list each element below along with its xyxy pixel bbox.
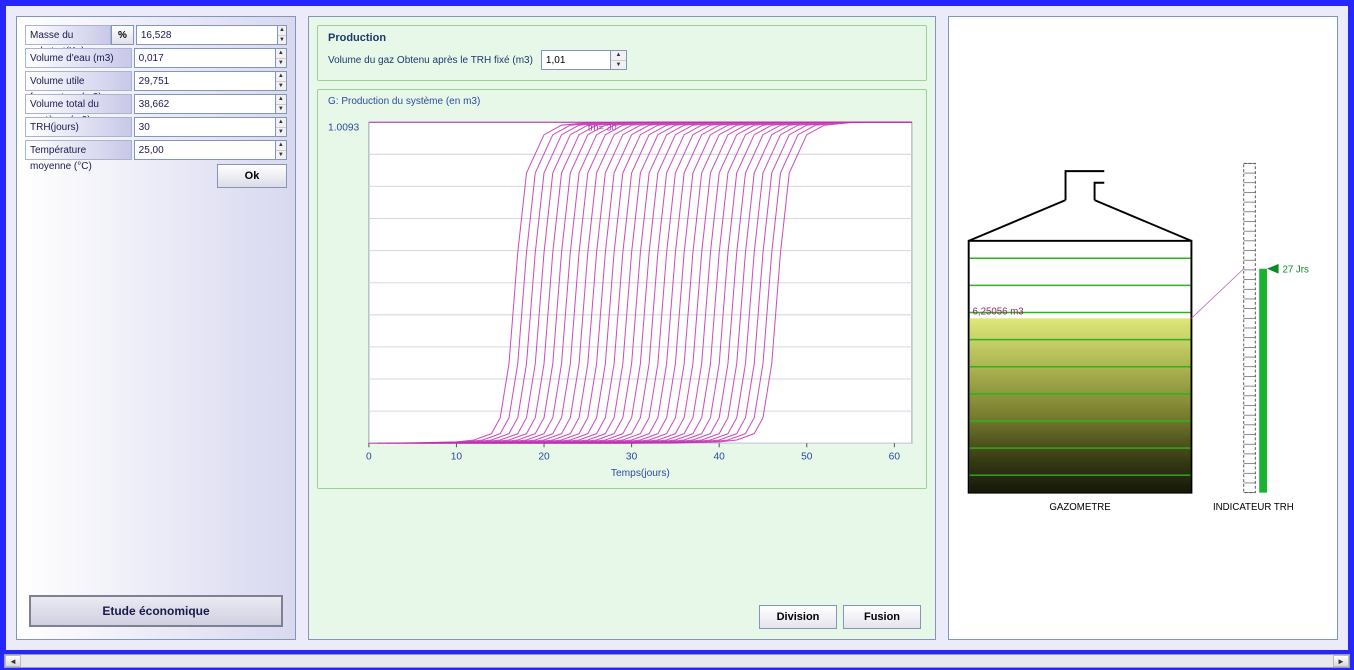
param-spinner[interactable]: ▲▼ xyxy=(276,94,287,114)
param-spinner[interactable]: ▲▼ xyxy=(276,117,287,137)
param-spinner[interactable]: ▲▼ xyxy=(276,71,287,91)
svg-text:1.0093: 1.0093 xyxy=(328,122,360,133)
svg-text:6,25056 m3: 6,25056 m3 xyxy=(973,306,1024,317)
svg-text:40: 40 xyxy=(714,452,726,463)
param-row-5: Température moyenne (°C) ▲▼ xyxy=(25,140,287,160)
fusion-button[interactable]: Fusion xyxy=(843,605,921,629)
production-group-title: Production xyxy=(328,32,916,44)
gazometre-panel: 6,25056 m3 GAZOMETRE 27 Jrs INDICATEUR TRH xyxy=(948,16,1338,640)
input-parameters-panel: Masse du substrat(Kg):%▲▼Volume d'eau (m… xyxy=(16,16,296,640)
svg-text:20: 20 xyxy=(538,452,550,463)
svg-text:50: 50 xyxy=(801,452,813,463)
param-input[interactable] xyxy=(134,140,276,160)
production-panel: Production Volume du gaz Obtenu après le… xyxy=(308,16,936,640)
param-input[interactable] xyxy=(134,94,276,114)
param-row-3: Volume total du système (m3) ▲▼ xyxy=(25,94,287,114)
svg-text:27 Jrs: 27 Jrs xyxy=(1282,265,1309,276)
svg-text:0: 0 xyxy=(366,452,372,463)
volume-gaz-input[interactable] xyxy=(541,50,611,70)
scroll-left-arrow[interactable]: ◄ xyxy=(5,655,21,667)
horizontal-scrollbar[interactable]: ◄ ► xyxy=(4,654,1350,668)
param-label: Volume utile fermenteur (m3) xyxy=(25,71,132,91)
production-group: Production Volume du gaz Obtenu après le… xyxy=(317,25,927,81)
param-label: Température moyenne (°C) xyxy=(25,140,132,160)
param-input[interactable] xyxy=(136,25,278,45)
svg-text:10: 10 xyxy=(451,452,463,463)
division-button[interactable]: Division xyxy=(759,605,837,629)
etude-economique-button[interactable]: Etude économique xyxy=(29,595,283,627)
param-spinner[interactable]: ▲▼ xyxy=(278,25,287,45)
svg-text:GAZOMETRE: GAZOMETRE xyxy=(1049,502,1111,513)
param-label: Volume total du système (m3) xyxy=(25,94,132,114)
param-input[interactable] xyxy=(134,71,276,91)
production-chart: 0102030405060Temps(jours)1.0093trh= 30 xyxy=(326,112,918,480)
svg-text:30: 30 xyxy=(626,452,638,463)
volume-gaz-label: Volume du gaz Obtenu après le TRH fixé (… xyxy=(328,55,533,66)
param-input[interactable] xyxy=(134,48,276,68)
param-label: Volume d'eau (m3) xyxy=(25,48,132,68)
param-label: TRH(jours) xyxy=(25,117,132,137)
param-row-2: Volume utile fermenteur (m3) ▲▼ xyxy=(25,71,287,91)
param-row-1: Volume d'eau (m3) ▲▼ xyxy=(25,48,287,68)
scroll-right-arrow[interactable]: ► xyxy=(1333,655,1349,667)
param-label: Masse du substrat(Kg): xyxy=(25,25,111,45)
svg-text:INDICATEUR TRH: INDICATEUR TRH xyxy=(1213,502,1294,513)
param-spinner[interactable]: ▲▼ xyxy=(276,48,287,68)
param-row-0: Masse du substrat(Kg):% ▲▼ xyxy=(25,25,287,45)
chart-group: G: Production du système (en m3) 0 10 20 30… xyxy=(317,89,927,489)
svg-text:Temps(jours): Temps(jours) xyxy=(611,468,670,479)
param-input[interactable] xyxy=(134,117,276,137)
chart-title: G: Production du système (en m3) xyxy=(328,96,922,107)
svg-text:60: 60 xyxy=(889,452,901,463)
param-row-4: TRH(jours) ▲▼ xyxy=(25,117,287,137)
param-spinner[interactable]: ▲▼ xyxy=(276,140,287,160)
gazometre-graphic: 6,25056 m3 GAZOMETRE 27 Jrs INDICATEUR TRH xyxy=(959,37,1327,619)
percent-button[interactable]: % xyxy=(111,25,134,45)
ok-button[interactable]: Ok xyxy=(217,164,287,188)
volume-gaz-spinner[interactable]: ▲▼ xyxy=(611,50,627,70)
